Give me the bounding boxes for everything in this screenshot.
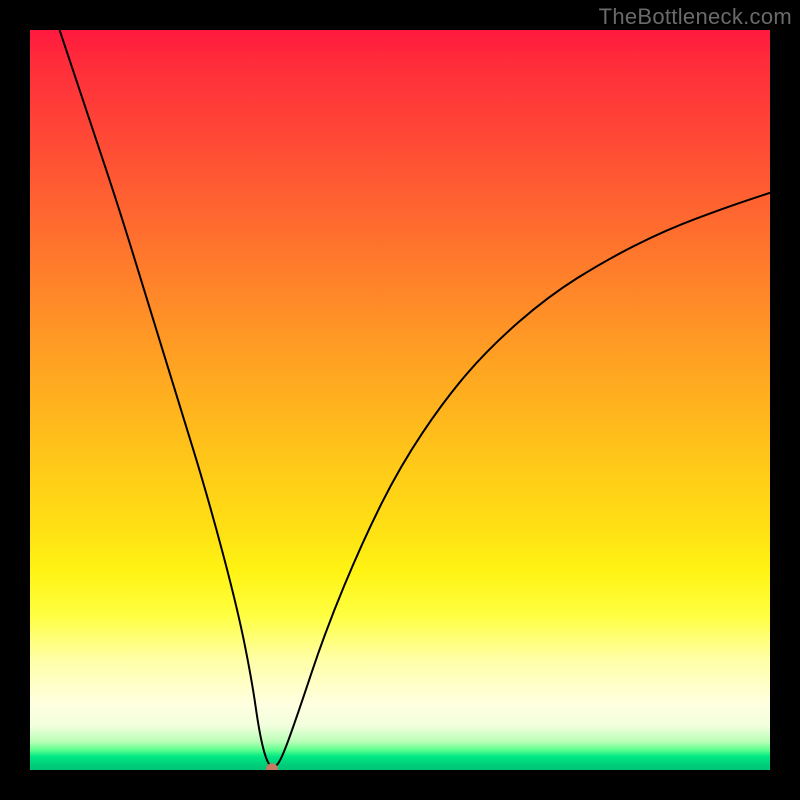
watermark-text: TheBottleneck.com <box>599 4 792 30</box>
plot-area <box>30 30 770 770</box>
chart-frame: TheBottleneck.com <box>0 0 800 800</box>
curve-layer <box>30 30 770 770</box>
bottleneck-curve <box>60 30 770 767</box>
